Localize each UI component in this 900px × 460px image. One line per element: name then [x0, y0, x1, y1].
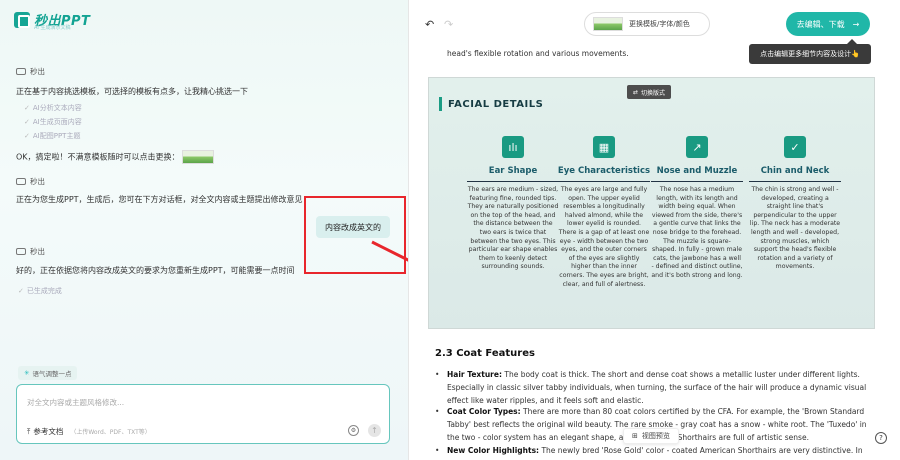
card-title: Chin and Neck: [760, 166, 830, 176]
progress-step-label: AI分析文本内容: [32, 104, 82, 112]
status-text: 已生成完成: [26, 287, 62, 295]
bullet-body: The body coat is thick. The short and de…: [447, 370, 867, 405]
card-divider: [467, 181, 559, 182]
preview-panel: neck is of moderate length, with well - …: [408, 0, 900, 460]
tone-chip-label: 语气调整一点: [32, 370, 72, 378]
bullet-label: New Color Highlights:: [447, 446, 540, 455]
check-icon: ✓: [18, 287, 24, 295]
grid-icon: ▦: [593, 136, 615, 158]
tooltip: 点击编辑更多细节内容及设计👆: [749, 39, 871, 64]
change-template-button[interactable]: 更换模板/字体/颜色: [584, 12, 710, 36]
template-thumbnail[interactable]: [181, 150, 214, 164]
check-icon: ✓: [24, 118, 30, 126]
edit-download-button[interactable]: 去编辑、下载 →: [786, 12, 870, 36]
switch-layout-label: 切换版式: [641, 89, 666, 97]
preview-toolbar: ↶ ↷ 更换模板/字体/颜色 去编辑、下载 →: [409, 0, 900, 46]
bot-message: OK，搞定啦！不满意模板随时可以点击更换：: [16, 150, 214, 164]
arrow-right-icon: →: [852, 19, 860, 29]
slide-title: Facial Details: [439, 97, 543, 111]
card-divider: [749, 181, 841, 182]
progress-step-label: AI配图PPT主题: [32, 132, 81, 140]
bot-message: 正在基于内容挑选模板，可选择的模板有点多，让我精心挑选一下: [16, 87, 248, 96]
bullet-label: Coat Color Types:: [447, 407, 521, 416]
ear-icon: ılı: [502, 136, 524, 158]
bot-avatar-icon: [16, 68, 26, 75]
sender-label: 秒出: [16, 66, 45, 77]
logo-tagline: AI 生成演示文稿: [34, 25, 71, 31]
check-icon: ✓: [24, 132, 30, 140]
undo-icon[interactable]: ↶: [425, 18, 434, 31]
trend-icon: ↗: [686, 136, 708, 158]
attach-document-button[interactable]: ⤒ 参考文档 （上传Word、PDF、TXT等）: [27, 426, 151, 437]
chat-input-box[interactable]: 对全文内容或主题风格修改... ⤒ 参考文档 （上传Word、PDF、TXT等）…: [16, 384, 390, 444]
view-preview-button[interactable]: ⊞ 视图预览: [623, 428, 679, 444]
sparkle-icon: ✳: [24, 369, 30, 377]
settings-icon[interactable]: ⚙: [348, 425, 359, 436]
grid-view-icon: ⊞: [632, 432, 638, 440]
app-window: 秒出PPT AI 生成演示文稿 秒出 正在基于内容挑选模板，可选择的模板有点多，…: [0, 0, 900, 460]
progress-step: ✓ AI生成页面内容: [24, 117, 82, 127]
bot-avatar-icon: [16, 178, 26, 185]
send-button[interactable]: ↑: [368, 424, 381, 437]
sender-name: 秒出: [30, 247, 45, 256]
title-accent-bar: [439, 97, 442, 111]
switch-layout-button[interactable]: ⇄ 切换版式: [627, 85, 672, 99]
upload-icon: ⤒: [27, 426, 31, 436]
bot-message: 好的，正在依据您将内容改成英文的要求为您重新生成PPT，可能需要一点时间: [16, 266, 295, 275]
template-thumbnail: [593, 17, 623, 31]
check-icon: ✓: [24, 104, 30, 112]
bullet-text: Hair Texture: The body coat is thick. Th…: [447, 368, 869, 407]
bullet-dot: •: [435, 446, 440, 455]
sender-name: 秒出: [30, 67, 45, 76]
tone-suggestion-chip[interactable]: ✳ 语气调整一点: [18, 366, 78, 380]
view-preview-label: 视图预览: [641, 432, 670, 440]
bullet-dot: •: [435, 407, 440, 416]
attach-hint: （上传Word、PDF、TXT等）: [70, 429, 151, 436]
edit-download-label: 去编辑、下载: [796, 19, 845, 29]
bot-avatar-icon: [16, 248, 26, 255]
sender-name: 秒出: [30, 177, 45, 186]
bullet-text: New Color Highlights: The newly bred 'Ro…: [447, 444, 869, 460]
bot-message: 正在为您生成PPT，生成后，您可在下方对话框，对全文内容或主题提出修改意见: [16, 195, 303, 204]
help-icon[interactable]: ?: [875, 432, 887, 444]
card-title: Nose and Muzzle: [656, 166, 738, 176]
bot-message-text: OK，搞定啦！不满意模板随时可以点击更换：: [16, 152, 180, 162]
sender-label: 秒出: [16, 176, 45, 187]
chat-input-placeholder[interactable]: 对全文内容或主题风格修改...: [27, 397, 124, 408]
card-body: The eyes are large and fully open. The u…: [558, 186, 650, 288]
change-template-label: 更换模板/字体/颜色: [629, 20, 690, 28]
section-heading: 2.3 Coat Features: [435, 348, 535, 359]
swap-icon: ⇄: [633, 88, 639, 96]
attach-label: 参考文档: [33, 427, 64, 436]
slide-title-text: Facial Details: [448, 98, 544, 110]
card-body: The chin is strong and well - developed,…: [749, 186, 841, 271]
status-line: ✓ 已生成完成: [18, 286, 62, 296]
card-body: The nose has a medium length, with its l…: [651, 186, 743, 279]
card-divider: [558, 181, 650, 182]
bullet-dot: •: [435, 370, 440, 379]
bullet-label: Hair Texture:: [447, 370, 502, 379]
check-icon: ✓: [784, 136, 806, 158]
card-body: The ears are medium - sized, featuring f…: [467, 186, 559, 271]
progress-step: ✓ AI配图PPT主题: [24, 131, 80, 141]
logo: 秒出PPT AI 生成演示文稿: [14, 10, 90, 31]
slide-preview[interactable]: ⇄ 切换版式 Facial Details ılı Ear Shape The …: [428, 77, 875, 329]
progress-step-label: AI生成页面内容: [32, 118, 82, 126]
sender-label: 秒出: [16, 246, 45, 257]
redo-icon[interactable]: ↷: [444, 18, 453, 31]
logo-mark-icon: [14, 11, 30, 28]
card-divider: [651, 181, 743, 182]
progress-step: ✓ AI分析文本内容: [24, 103, 82, 113]
